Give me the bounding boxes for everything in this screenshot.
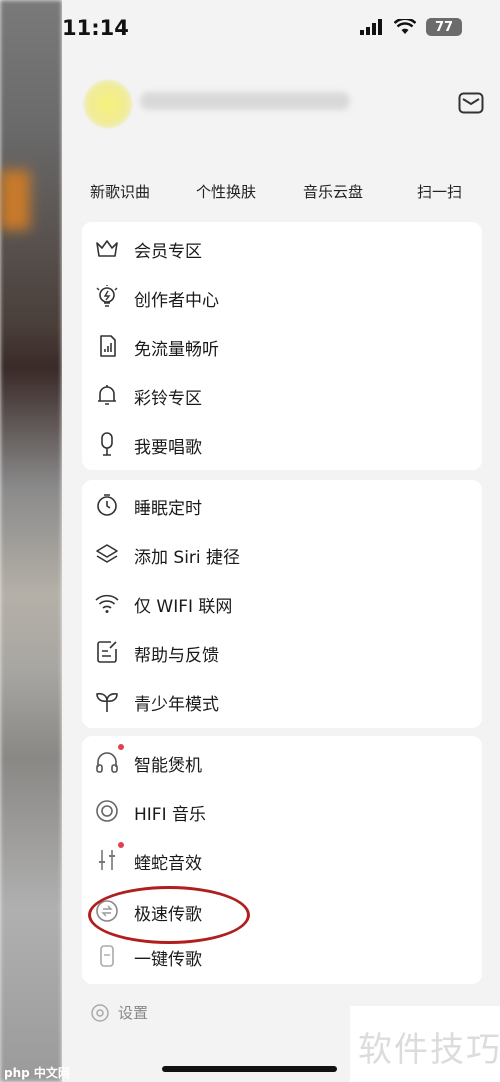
equalizer-icon — [99, 850, 115, 870]
menu-item-fast-transfer[interactable]: 极速传歌 — [82, 888, 482, 934]
php-logo: php 中文网 — [4, 1066, 70, 1080]
menu-item-free-data[interactable]: 免流量畅听 — [82, 323, 482, 369]
menu-item-wifi-only[interactable]: 仅 WIFI 联网 — [82, 580, 482, 626]
menu-item-sleep-timer[interactable]: 睡眠定时 — [82, 482, 482, 528]
headphones-icon — [96, 752, 118, 773]
badge-dot — [118, 744, 124, 750]
settings-button[interactable]: 设置 — [90, 1002, 148, 1023]
disc-icon — [96, 800, 118, 822]
gear-icon — [91, 1003, 109, 1022]
timer-icon — [97, 494, 117, 516]
shortcut-cloud-drive[interactable]: 音乐云盘 — [303, 181, 363, 202]
shortcut-skin[interactable]: 个性换肤 — [196, 181, 256, 202]
menu-item-help-feedback[interactable]: 帮助与反馈 — [82, 629, 482, 675]
menu-card-2: 睡眠定时 添加 Siri 捷径 仅 WIFI 联网 帮助与反馈 青少年模式 — [82, 480, 482, 728]
crown-icon — [96, 240, 118, 257]
cellular-signal-icon — [360, 19, 382, 35]
menu-item-viper-sound[interactable]: 蝰蛇音效 — [82, 837, 482, 883]
lightbulb-icon — [96, 285, 118, 307]
mail-icon[interactable] — [458, 92, 484, 114]
blurred-background — [0, 0, 62, 1082]
badge-dot — [118, 842, 124, 848]
menu-item-sing[interactable]: 我要唱歌 — [82, 421, 482, 467]
menu-item-hifi-music[interactable]: HIFI 音乐 — [82, 788, 482, 834]
menu-item-smart-burn-in[interactable]: 智能煲机 — [82, 739, 482, 785]
status-time: 11:14 — [62, 16, 129, 40]
menu-item-teen-mode[interactable]: 青少年模式 — [82, 678, 482, 724]
settings-label: 设置 — [118, 1004, 149, 1022]
username-blurred[interactable] — [140, 92, 350, 110]
menu-item-siri-shortcut[interactable]: 添加 Siri 捷径 — [82, 531, 482, 577]
transfer-icon — [96, 900, 118, 922]
menu-card-1: 会员专区 创作者中心 免流量畅听 彩铃专区 我要唱歌 — [82, 222, 482, 470]
menu-card-3: 智能煲机 HIFI 音乐 蝰蛇音效 极速传歌 一键传歌 — [82, 736, 482, 984]
feedback-icon — [97, 641, 117, 663]
bell-icon — [98, 385, 116, 405]
wifi-icon — [95, 594, 119, 613]
microphone-icon — [101, 432, 113, 456]
wifi-status-icon — [394, 19, 416, 34]
status-icons: 77 — [360, 18, 462, 36]
user-profile-row[interactable] — [84, 78, 484, 128]
menu-item-one-click-transfer[interactable]: 一键传歌 — [82, 933, 482, 979]
shortcut-song-recognition[interactable]: 新歌识曲 — [90, 181, 150, 202]
home-indicator — [162, 1066, 337, 1072]
avatar[interactable] — [84, 80, 132, 128]
phone-transfer-icon — [100, 945, 114, 967]
menu-item-ringtone[interactable]: 彩铃专区 — [82, 372, 482, 418]
watermark-text: 软件技巧 — [358, 1030, 500, 1070]
sim-card-icon — [100, 335, 116, 357]
shortcut-scan[interactable]: 扫一扫 — [417, 181, 462, 202]
shortcut-row: 新歌识曲 个性换肤 音乐云盘 扫一扫 — [62, 175, 500, 205]
sprout-icon — [96, 692, 118, 712]
battery-indicator: 77 — [426, 18, 462, 36]
menu-item-creator-center[interactable]: 创作者中心 — [82, 274, 482, 320]
menu-item-vip[interactable]: 会员专区 — [82, 225, 482, 271]
layers-icon — [96, 544, 118, 563]
